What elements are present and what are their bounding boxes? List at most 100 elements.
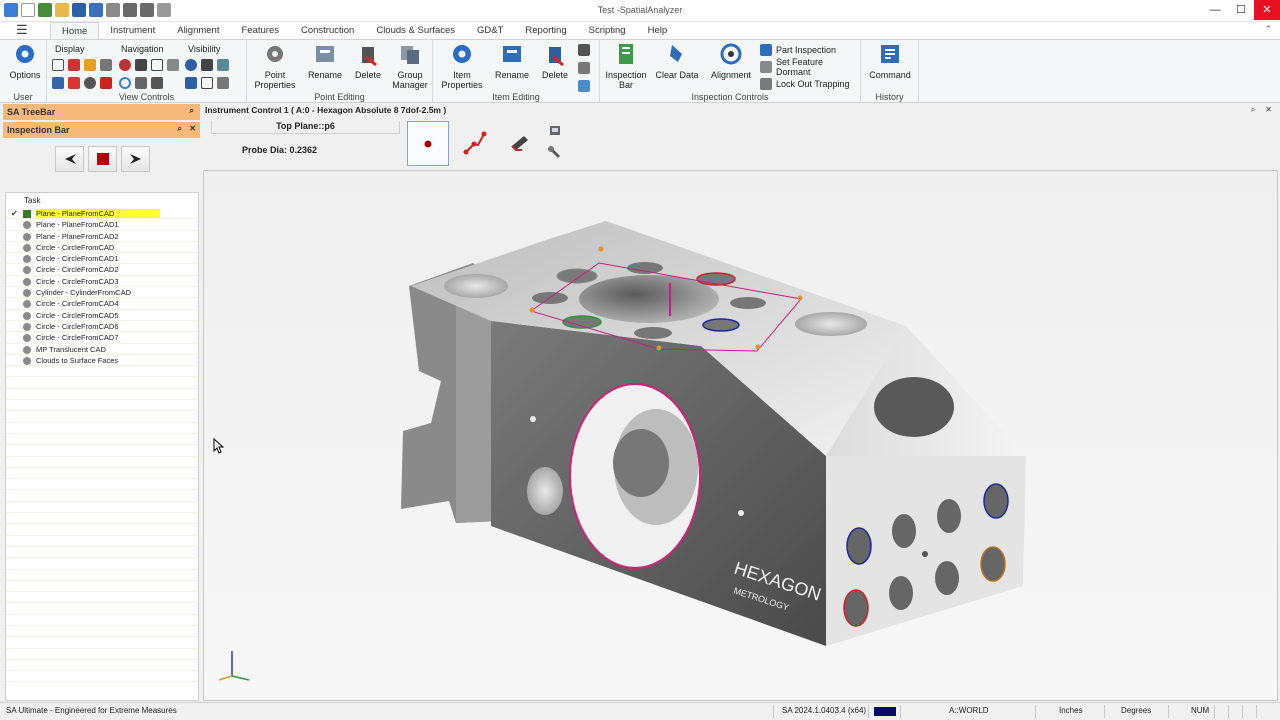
3d-viewport[interactable]: HEXAGON METROLOGY — [203, 170, 1278, 701]
angle-units-label[interactable]: Degrees — [1121, 706, 1151, 715]
task-row[interactable]: Circle - CircleFromCAD1 — [6, 253, 198, 265]
alignment-icon — [720, 43, 742, 65]
pan-icon[interactable] — [135, 59, 147, 71]
list-icon[interactable] — [52, 77, 64, 89]
point-rename-button[interactable]: Rename — [304, 42, 346, 80]
grid-icon[interactable] — [201, 77, 213, 89]
file-menu-icon[interactable]: ☰ — [16, 23, 32, 36]
maximize-button[interactable]: ☐ — [1228, 0, 1254, 20]
tab-gdt[interactable]: GD&T — [466, 22, 514, 39]
set-feature-dormant-button[interactable]: Set Feature Dormant — [760, 57, 860, 77]
inspection-bar-button[interactable]: Inspection Bar — [604, 42, 648, 90]
item-delete-button[interactable]: Delete — [537, 42, 573, 80]
tab-instrument[interactable]: Instrument — [99, 22, 166, 39]
clear-data-button[interactable]: Clear Data — [653, 42, 701, 80]
task-empty-row — [6, 626, 198, 638]
tab-help[interactable]: Help — [637, 22, 679, 39]
close-icon[interactable]: ✕ — [189, 124, 196, 133]
tab-scripting[interactable]: Scripting — [578, 22, 637, 39]
task-empty-row — [6, 547, 198, 559]
task-row[interactable]: MP Translucent CAD — [6, 344, 198, 355]
fit-view-icon[interactable] — [135, 77, 147, 89]
measure-mode-icons — [460, 122, 580, 170]
tab-home[interactable]: Home — [50, 22, 100, 39]
length-units-label[interactable]: Inches — [1059, 706, 1083, 715]
inspection-alignment-button[interactable]: Alignment — [707, 42, 755, 80]
arrow-right-icon — [129, 154, 141, 164]
axis-icon[interactable] — [100, 77, 112, 89]
group-manager-button[interactable]: Group Manager — [389, 42, 431, 90]
wrench-icon[interactable] — [548, 146, 560, 158]
view-box-icon[interactable] — [52, 59, 64, 71]
settings-icon[interactable] — [550, 126, 560, 135]
pin-icon[interactable]: ⌕ — [178, 124, 182, 134]
tab-alignment[interactable]: Alignment — [166, 22, 230, 39]
color-icon[interactable] — [68, 77, 80, 89]
rotate-icon[interactable] — [167, 59, 179, 71]
layers-icon[interactable] — [217, 59, 229, 71]
task-row[interactable]: Circle - CircleFromCAD5 — [6, 310, 198, 321]
inspection-bar-header[interactable]: Inspection Bar ⌕ ✕ — [3, 122, 200, 138]
task-feature-icon — [23, 300, 31, 309]
clip-icon[interactable] — [68, 59, 80, 71]
tab-clouds-surfaces[interactable]: Clouds & Surfaces — [365, 22, 466, 39]
layer-icon[interactable] — [100, 59, 112, 71]
pin-icon[interactable]: ⌕ — [1251, 105, 1255, 115]
task-row[interactable]: Circle - CircleFromCAD — [6, 242, 198, 254]
filter-icon[interactable] — [201, 59, 213, 71]
task-empty-row — [6, 411, 198, 423]
tag-icon[interactable] — [217, 77, 229, 89]
task-row[interactable]: Circle - CircleFromCAD6 — [6, 321, 198, 333]
task-label: Circle - CircleFromCAD1 — [36, 254, 119, 264]
options-button[interactable]: Options — [8, 42, 42, 80]
tab-features[interactable]: Features — [230, 22, 290, 39]
task-label: Plane - PlaneFromCAD1 — [36, 220, 119, 230]
item-properties-button[interactable]: Item Properties — [437, 42, 487, 90]
previous-step-button[interactable] — [55, 146, 84, 172]
pin-icon[interactable]: ⌕ — [190, 106, 194, 116]
link-tool-icon[interactable] — [578, 80, 590, 92]
close-button[interactable]: ✕ — [1254, 0, 1280, 20]
polyline-mode-icon[interactable] — [463, 131, 487, 155]
lock-out-trapping-button[interactable]: Lock Out Trapping — [760, 77, 850, 91]
scan-mode-icon[interactable] — [511, 136, 528, 151]
eye-icon[interactable] — [185, 59, 197, 71]
refresh-view-icon[interactable] — [119, 77, 131, 89]
point-properties-button[interactable]: Point Properties — [252, 42, 298, 90]
show-icon[interactable] — [185, 77, 197, 89]
part-model-view[interactable]: HEXAGON METROLOGY — [204, 171, 1278, 701]
render-icon[interactable] — [84, 77, 96, 89]
task-row[interactable]: Cylinder - CylinderFromCAD — [6, 287, 198, 299]
dropdown-tool-icon[interactable] — [578, 44, 590, 56]
tab-construction[interactable]: Construction — [290, 22, 365, 39]
sa-treebar-header[interactable]: SA TreeBar ⌕ — [3, 104, 200, 120]
machined-part[interactable] — [401, 221, 1026, 646]
rename-icon — [316, 46, 334, 62]
single-point-mode-button[interactable] — [407, 121, 449, 166]
next-step-button[interactable] — [121, 146, 150, 172]
tab-reporting[interactable]: Reporting — [514, 22, 577, 39]
zoom-icon[interactable] — [151, 77, 163, 89]
task-row[interactable]: ✔ Plane - PlaneFromCAD — [6, 208, 198, 220]
task-row[interactable]: Circle - CircleFromCAD3 — [6, 276, 198, 288]
task-row[interactable]: Plane - PlaneFromCAD1 — [6, 219, 198, 231]
task-row[interactable]: Clouds to Surface Faces — [6, 355, 198, 367]
command-history-button[interactable]: Command — [867, 42, 913, 80]
pen-icon[interactable] — [84, 59, 96, 71]
task-row[interactable]: Circle - CircleFromCAD2 — [6, 264, 198, 276]
task-row[interactable]: Circle - CircleFromCAD4 — [6, 298, 198, 310]
item-rename-button[interactable]: Rename — [491, 42, 533, 80]
zoom-box-icon[interactable] — [151, 59, 163, 71]
minimize-button[interactable]: — — [1202, 0, 1228, 20]
task-row[interactable]: Circle - CircleFromCAD7 — [6, 332, 198, 344]
task-row[interactable]: Plane - PlaneFromCAD2 — [6, 231, 198, 242]
stop-button[interactable] — [88, 146, 117, 172]
active-color-swatch[interactable] — [874, 707, 896, 716]
close-icon[interactable]: ✕ — [1265, 105, 1272, 115]
frame-label[interactable]: A::WORLD — [949, 706, 989, 715]
copy-tool-icon[interactable] — [578, 62, 590, 74]
ribbon-collapse-icon[interactable]: ⌃ — [1264, 24, 1272, 35]
center-icon[interactable] — [119, 59, 131, 71]
point-delete-button[interactable]: Delete — [349, 42, 387, 80]
part-inspection-button[interactable]: Part Inspection — [760, 43, 836, 57]
